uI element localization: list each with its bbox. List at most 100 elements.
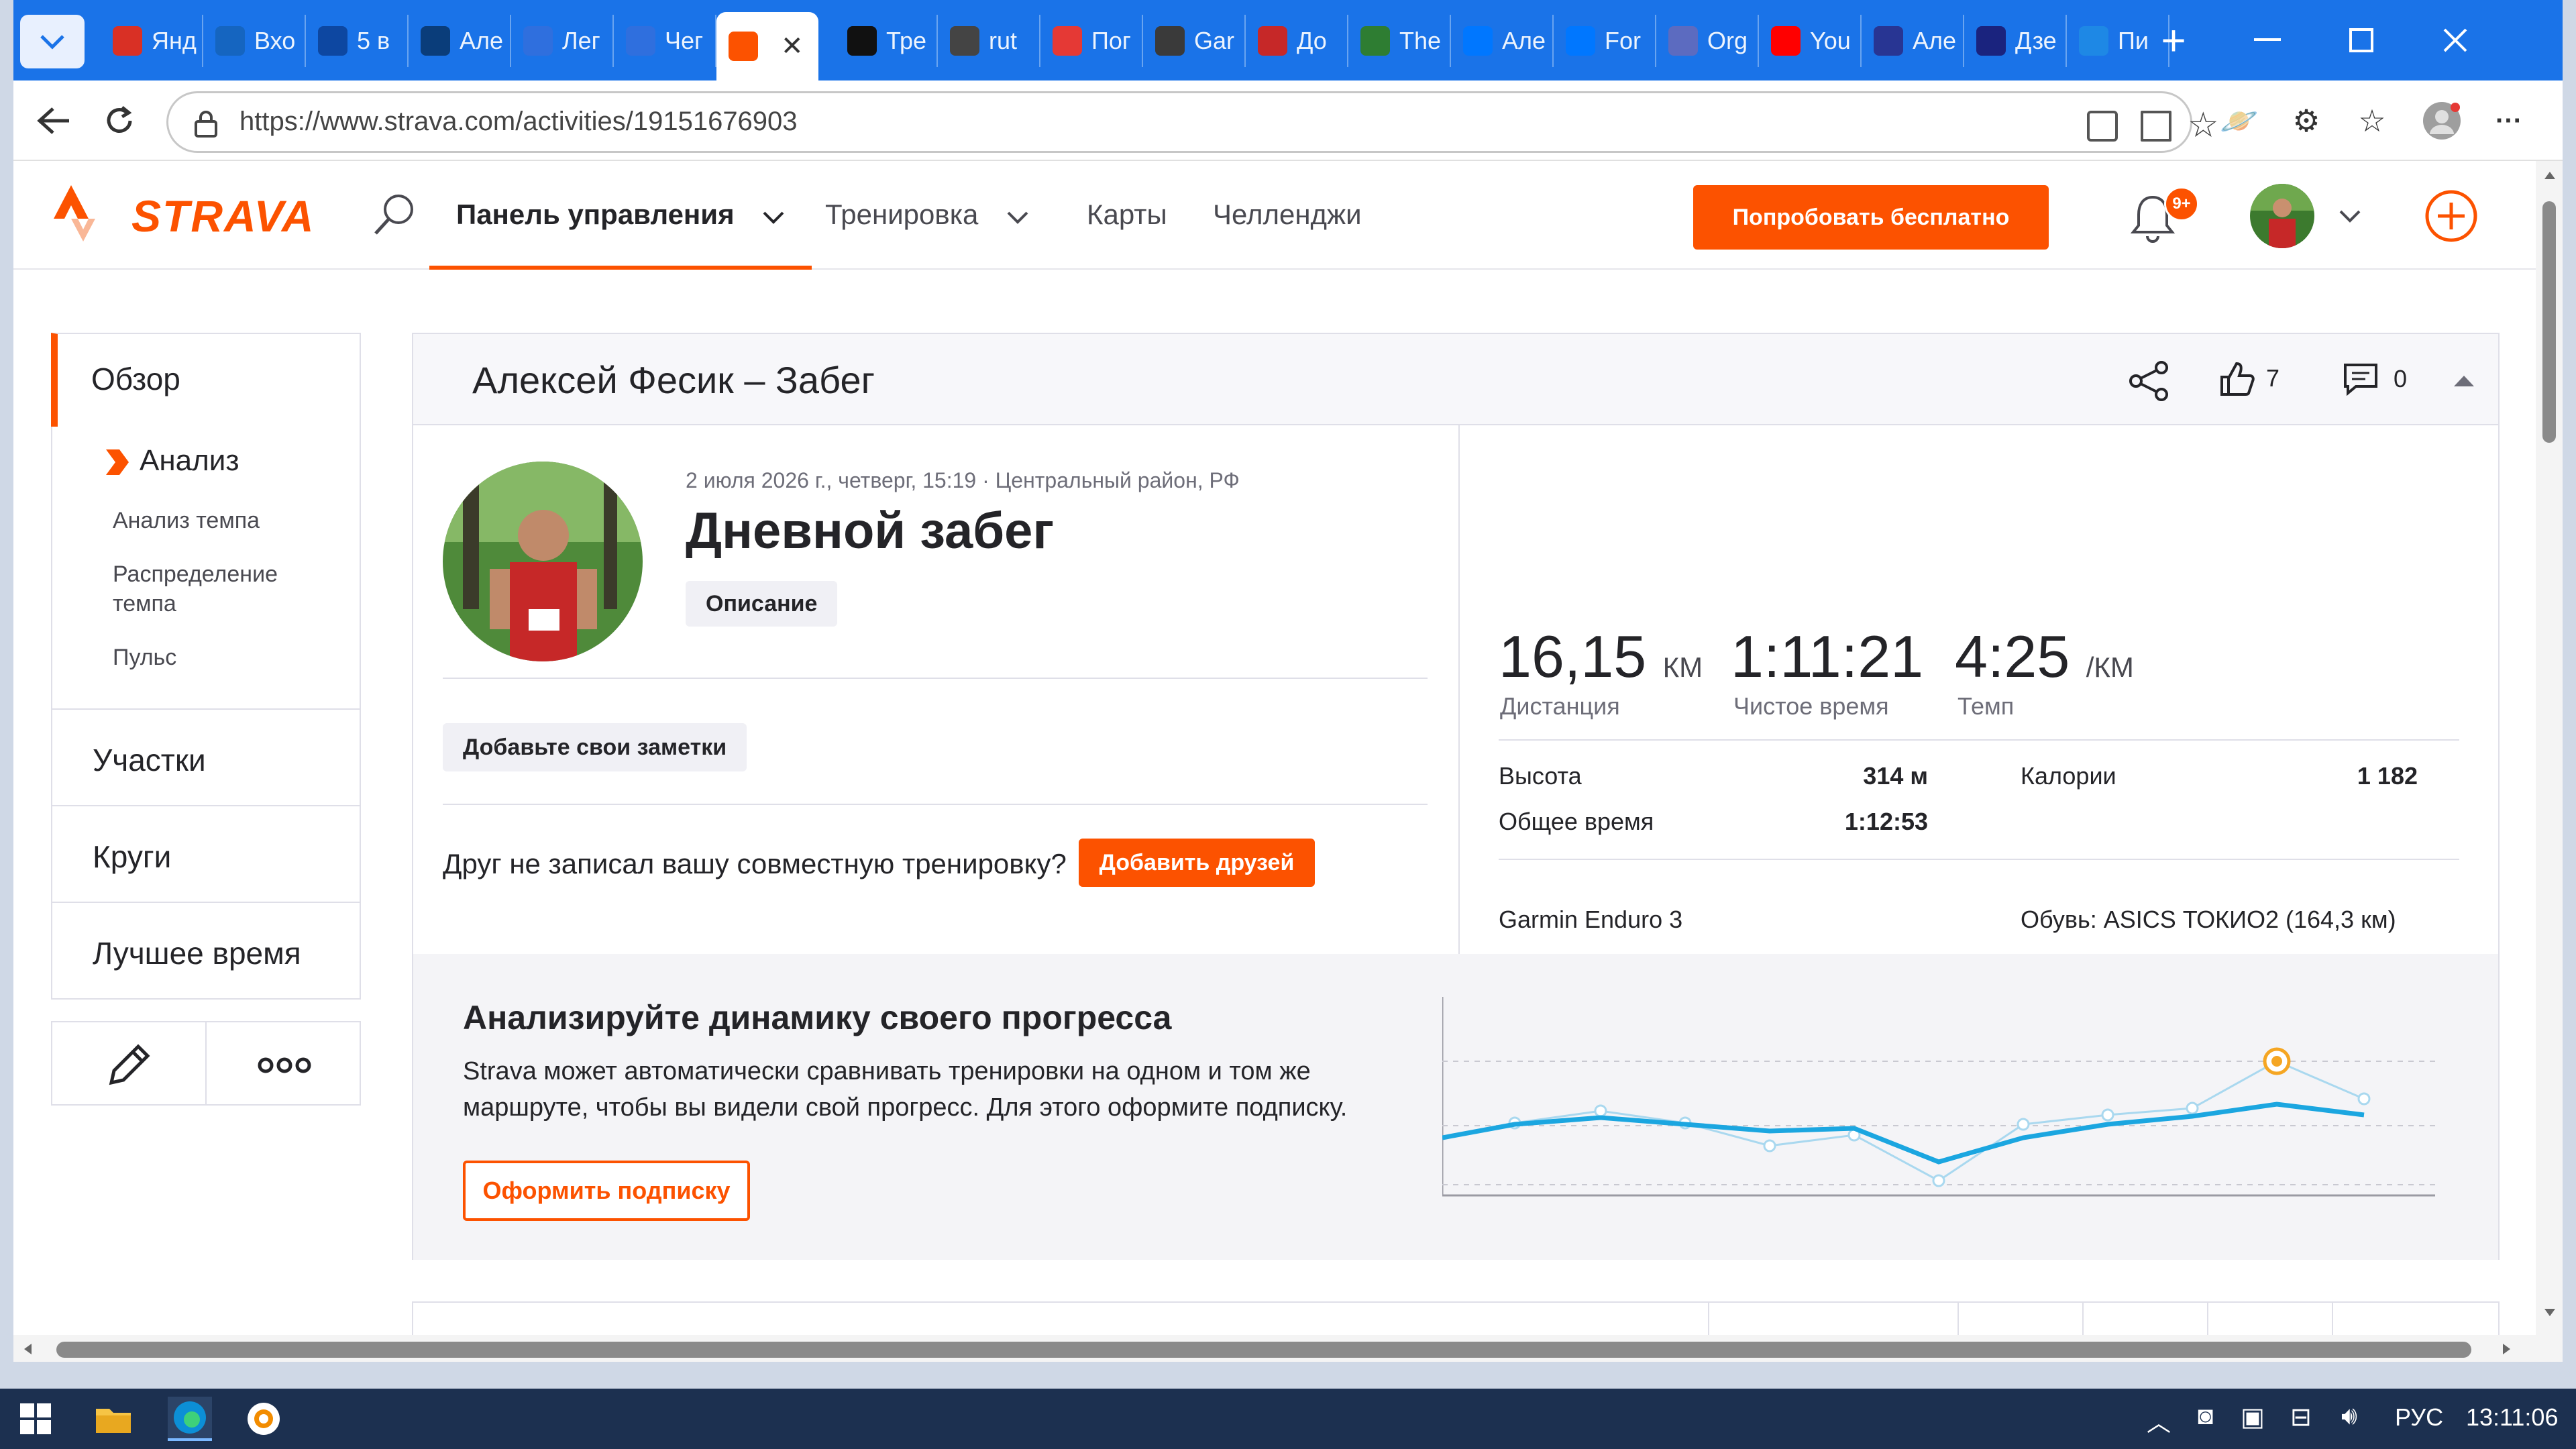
browser-tab[interactable]: Янд [101,15,203,67]
sidebar-item-laps[interactable]: Круги [51,805,361,903]
browser-tab[interactable]: The [1348,15,1451,67]
browser-essentials-icon[interactable]: 🪐 [2219,101,2259,141]
add-notes-button[interactable]: Добавьте свои заметки [443,723,747,771]
promo-text: Strava может автоматически сравнивать тр… [463,1057,1348,1122]
browser-tab[interactable]: 5 в [306,15,409,67]
tab-favicon-icon [1976,26,2006,56]
input-language[interactable]: РУС [2395,1403,2443,1432]
vertical-scrollbar[interactable] [2536,161,2563,1362]
reader-mode-icon[interactable] [2141,111,2171,142]
activity-meta: 2 июля 2026 г., четверг, 15:19 · Централ… [686,468,1240,492]
edit-button[interactable] [51,1021,207,1106]
back-button[interactable] [32,99,75,142]
distance-value: 16,15 [1499,623,1647,690]
sidebar-item-analysis[interactable]: Анализ [140,444,239,478]
browser-tab[interactable]: Gar [1143,15,1246,67]
volume-icon[interactable]: 🔊︎ [2341,1402,2357,1431]
elevation-value: 314 м [1863,762,1928,790]
browser-tab[interactable]: You [1759,15,1862,67]
nav-challenges[interactable]: Челленджи [1213,199,1362,231]
browser-tab[interactable]: Дзе [1964,15,2067,67]
browser-tab[interactable]: Лег [511,15,614,67]
tab-favicon-icon [729,32,758,61]
more-options-button[interactable] [205,1021,361,1106]
browser-tab[interactable]: Але [409,15,511,67]
sidebar-item-overview[interactable]: Обзор [51,333,361,428]
sidebar-item-best-efforts[interactable]: Лучшее время [51,902,361,1000]
browser-tab[interactable]: Але [1451,15,1554,67]
browser-tab[interactable]: rut [938,15,1040,67]
new-tab-button[interactable]: + [2153,16,2194,64]
distance-stat: 16,15 КМ [1499,623,1703,691]
tab-label: Янд [152,27,197,54]
browser-tab[interactable]: Чег [614,15,716,67]
browser-tab[interactable]: Але [1862,15,1964,67]
strava-mark-icon[interactable] [51,184,99,244]
browser-tab[interactable]: Org [1656,15,1759,67]
profile-icon[interactable] [2422,101,2462,141]
vertical-scroll-thumb[interactable] [2542,201,2556,443]
divider [1499,739,2459,741]
tab-strava-active[interactable]: ✕ [716,12,818,80]
sidebar-item-label: Участки [93,743,206,777]
kudos-button[interactable]: 7 [2218,360,2279,397]
tab-favicon-icon [215,26,245,56]
apps-icon[interactable] [2087,111,2118,142]
shoes-info[interactable]: Обувь: ASICS ТОКИО2 (164,3 км) [2021,906,2396,934]
windows-start-icon[interactable] [13,1397,58,1441]
close-window-icon[interactable] [2435,20,2475,60]
browser-tab[interactable]: Вхо [203,15,306,67]
favorites-icon[interactable]: ☆ [2352,101,2392,141]
browser-tab[interactable]: For [1554,15,1656,67]
sidebar-item-segments[interactable]: Участки [51,708,361,806]
activity-title: Дневной забег [686,502,1055,559]
nav-maps[interactable]: Карты [1087,199,1167,231]
subscribe-button[interactable]: Оформить подписку [463,1161,750,1221]
nav-training[interactable]: Тренировка [825,199,1029,231]
collapse-caret-icon[interactable] [2453,373,2475,388]
horizontal-scrollbar[interactable] [13,1335,2536,1362]
close-tab-icon[interactable]: ✕ [781,31,804,62]
browser-tab[interactable]: До [1246,15,1348,67]
browser-tab[interactable]: Тре [835,15,938,67]
tab-actions-button[interactable] [20,15,85,68]
url-bar[interactable]: https://www.strava.com/activities/191516… [166,91,2219,153]
file-explorer-icon[interactable] [91,1397,136,1441]
extensions-icon[interactable]: ⚙ [2286,101,2326,141]
browser-tab[interactable]: Пог [1040,15,1143,67]
tab-label: Пи [2118,27,2149,54]
sidebar-item-pace-distribution[interactable]: Распределение темпа [113,559,334,619]
distance-label: Дистанция [1500,692,1620,720]
camera-icon[interactable]: ◙ [2198,1402,2213,1431]
description-button[interactable]: Описание [686,581,838,627]
maximize-icon[interactable] [2341,20,2381,60]
chevron-down-icon[interactable] [2339,209,2361,223]
favorite-star-icon[interactable]: ☆ [2188,105,2219,146]
minimize-icon[interactable] [2247,20,2288,60]
tab-label: Gar [1194,27,1235,54]
sidebar-item-heart-rate[interactable]: Пульс [113,643,176,672]
add-circle-icon[interactable] [2423,188,2479,244]
cast-icon[interactable]: ▣ [2241,1402,2265,1432]
show-hidden-icons-icon[interactable]: ︿ [2147,1403,2171,1438]
more-menu-icon[interactable]: ··· [2489,101,2529,141]
tab-favicon-icon [1566,26,1595,56]
comments-button[interactable]: 0 [2343,362,2407,396]
clock[interactable]: 13:11:06 [2466,1403,2558,1432]
horizontal-scroll-thumb[interactable] [56,1342,2471,1358]
sidebar-item-pace-analysis[interactable]: Анализ темпа [113,506,260,535]
app-taskbar-icon[interactable] [241,1397,286,1441]
add-friends-button[interactable]: Добавить друзей [1079,839,1315,887]
share-icon[interactable] [2128,360,2171,402]
try-free-button[interactable]: Попробовать бесплатно [1693,185,2049,250]
strava-logo[interactable]: STRAVA [131,191,315,241]
nav-dashboard[interactable]: Панель управления [456,199,785,231]
user-avatar[interactable] [2250,184,2314,248]
tab-label: The [1399,27,1442,54]
network-icon[interactable]: ⊟ [2290,1402,2312,1432]
reload-button[interactable] [98,99,141,142]
chevron-right-icon [106,449,129,475]
edge-taskbar-icon[interactable] [168,1397,212,1441]
athlete-avatar[interactable] [443,462,643,661]
search-icon[interactable] [372,191,419,237]
